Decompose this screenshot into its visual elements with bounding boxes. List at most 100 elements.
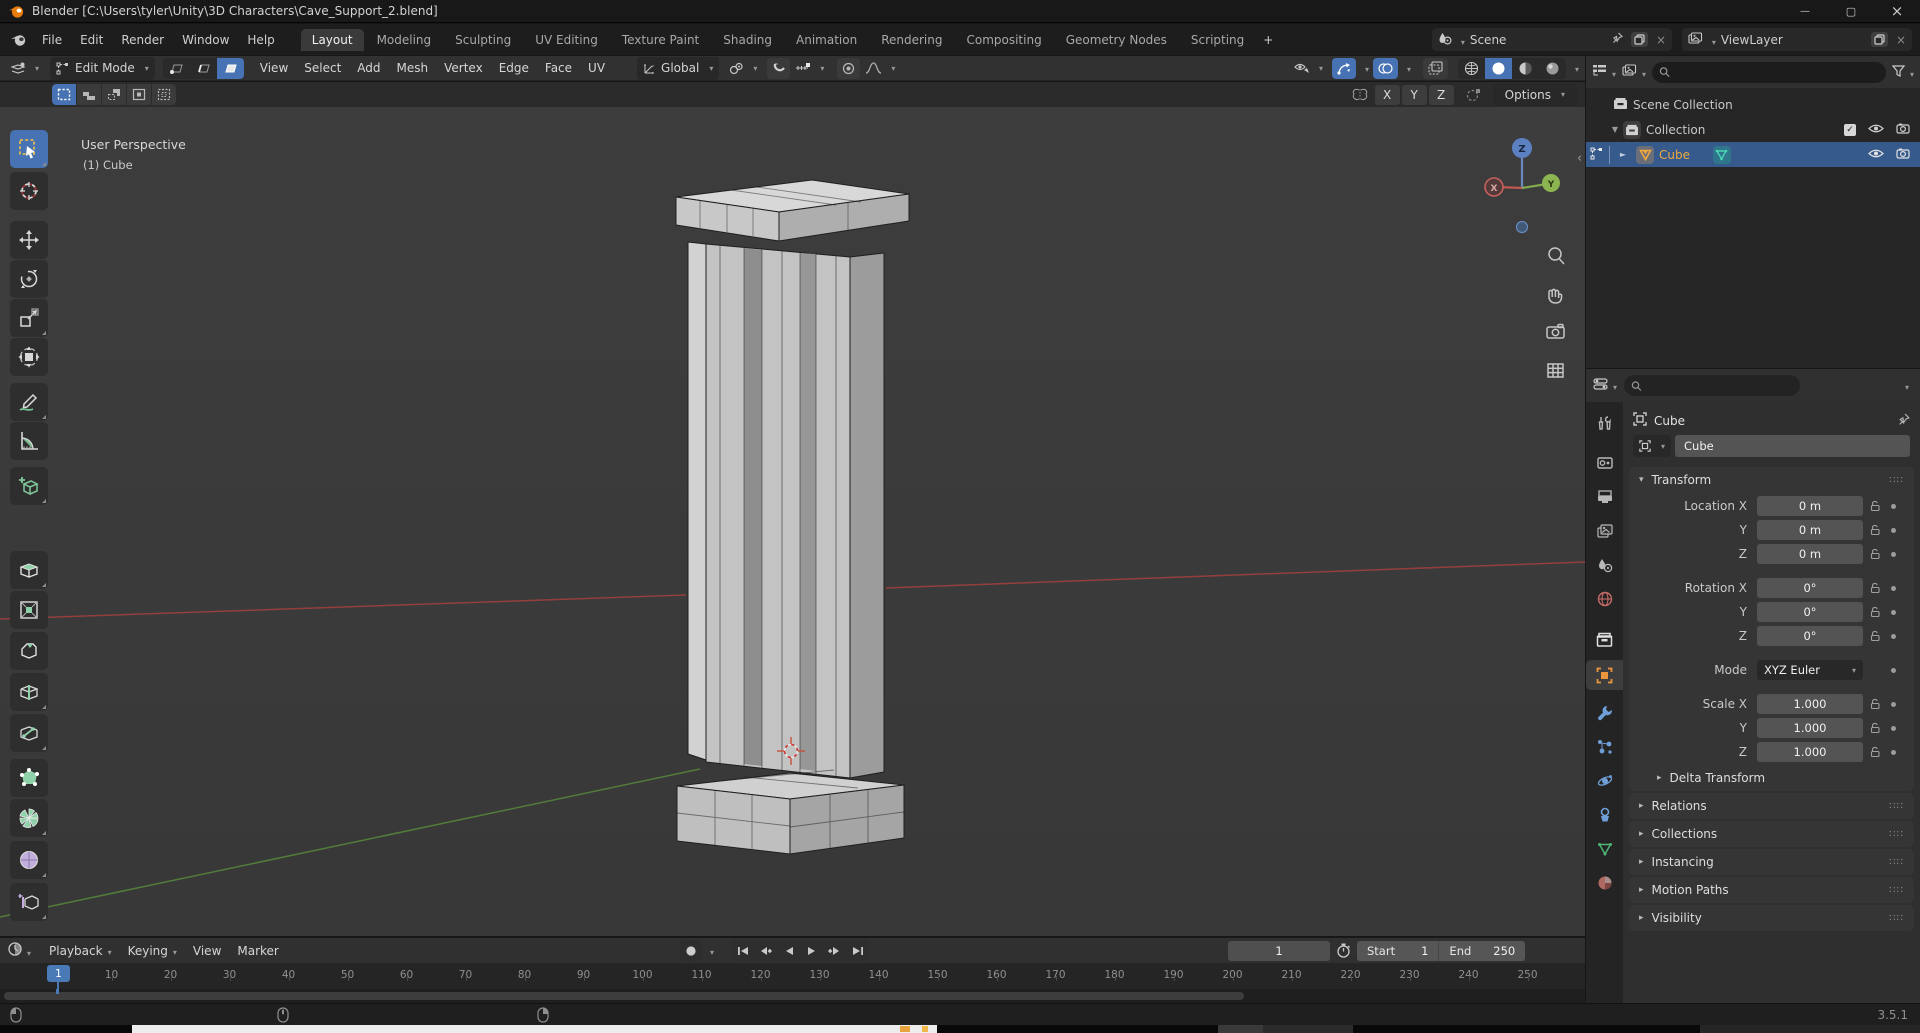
playhead[interactable]: 1 — [47, 965, 70, 982]
frame-tick[interactable]: 80 — [495, 963, 554, 981]
tool-poly-build[interactable] — [10, 759, 48, 797]
frame-tick[interactable]: 110 — [672, 963, 731, 981]
proportional-falloff-button[interactable] — [860, 58, 900, 79]
value-field[interactable]: 0° — [1757, 578, 1863, 598]
viewport-menu[interactable]: UV — [580, 58, 613, 78]
timeline-menu[interactable]: Marker — [229, 941, 286, 961]
tab-world[interactable] — [1586, 584, 1623, 614]
playhead-line[interactable] — [57, 982, 59, 989]
viewport-menu[interactable]: Vertex — [436, 58, 491, 78]
minimize-button[interactable] — [1782, 0, 1828, 22]
new-scene-button[interactable] — [1631, 32, 1648, 47]
lock-icon[interactable] — [1863, 722, 1887, 734]
value-field[interactable]: 0 m — [1757, 520, 1863, 540]
frame-tick[interactable]: 90 — [554, 963, 613, 981]
viewport-menu[interactable]: Add — [349, 58, 388, 78]
collapsed-panel[interactable]: Motion Paths — [1629, 877, 1914, 903]
animate-dot[interactable] — [1891, 668, 1896, 673]
viewlayer-selector[interactable]: ViewLayer × — [1682, 28, 1912, 51]
tab-view-layer[interactable] — [1586, 516, 1623, 546]
outliner-row-scene-collection[interactable]: Scene Collection — [1586, 92, 1920, 117]
workspace-tab[interactable]: Shading — [712, 29, 783, 51]
tab-particles[interactable] — [1586, 732, 1623, 762]
topbar-menu[interactable]: File — [33, 29, 71, 51]
transform-orientation[interactable]: Global — [637, 57, 719, 80]
frame-tick[interactable]: 30 — [200, 963, 259, 981]
tool-move[interactable] — [10, 221, 48, 259]
tab-constraints[interactable] — [1586, 800, 1623, 830]
collapsed-panel[interactable]: Relations — [1629, 793, 1914, 819]
outliner-row-collection[interactable]: ▼ Collection — [1586, 117, 1920, 142]
panel-grip[interactable] — [1889, 829, 1904, 840]
collapsed-panel[interactable]: Instancing — [1629, 849, 1914, 875]
animate-dot[interactable] — [1891, 552, 1896, 557]
panel-grip[interactable] — [1889, 857, 1904, 868]
tab-render[interactable] — [1586, 448, 1623, 478]
mirror-icon[interactable] — [1351, 88, 1369, 102]
tool-loop-cut[interactable] — [10, 673, 48, 711]
prev-keyframe-button[interactable] — [754, 940, 777, 961]
value-field[interactable]: 0 m — [1757, 544, 1863, 564]
collapsed-panel[interactable]: Collections — [1629, 821, 1914, 847]
timeline-scrollbar[interactable] — [0, 989, 1585, 1003]
tab-object[interactable] — [1586, 660, 1623, 690]
properties-search[interactable] — [1624, 375, 1800, 396]
animate-dot[interactable] — [1891, 504, 1896, 509]
disable-render-camera-icon[interactable] — [1896, 148, 1910, 162]
lock-icon[interactable] — [1863, 524, 1887, 536]
viewport-menu[interactable]: Face — [537, 58, 580, 78]
frame-tick[interactable]: 200 — [1203, 963, 1262, 981]
frame-tick[interactable]: 20 — [141, 963, 200, 981]
lock-icon[interactable] — [1863, 746, 1887, 758]
end-frame-field[interactable]: End 250 — [1439, 941, 1525, 961]
tool-knife[interactable] — [10, 714, 48, 752]
frame-tick[interactable]: 180 — [1085, 963, 1144, 981]
vertex-select-button[interactable] — [163, 58, 190, 79]
new-viewlayer-button[interactable] — [1871, 32, 1888, 47]
workspace-tab[interactable]: Layout — [301, 29, 364, 51]
frame-tick[interactable]: 60 — [377, 963, 436, 981]
lock-icon[interactable] — [1863, 698, 1887, 710]
workspace-tab[interactable]: Rendering — [870, 29, 953, 51]
viewport-menu[interactable]: Edge — [491, 58, 537, 78]
workspace-tab[interactable]: Modeling — [366, 29, 443, 51]
value-field[interactable]: 1.000 — [1757, 718, 1863, 738]
frame-tick[interactable]: 230 — [1380, 963, 1439, 981]
workspace-tab[interactable]: UV Editing — [524, 29, 609, 51]
tab-object-data[interactable] — [1586, 834, 1623, 864]
value-field[interactable]: 0 m — [1757, 496, 1863, 516]
frame-tick[interactable]: 220 — [1321, 963, 1380, 981]
properties-search-input[interactable] — [1647, 379, 1793, 393]
timeline-menu[interactable]: Keying — [120, 941, 185, 961]
snap-toggle-button[interactable] — [767, 58, 790, 79]
rendered-shading-button[interactable] — [1539, 58, 1566, 79]
filter-icon[interactable] — [1892, 65, 1914, 80]
xray-toggle-button[interactable] — [1423, 58, 1448, 79]
tool-select-box[interactable] — [10, 130, 48, 168]
tool-transform[interactable] — [10, 338, 48, 376]
scrollbar-handle[interactable] — [4, 992, 1244, 1000]
workspace-tab[interactable]: Sculpting — [444, 29, 522, 51]
frame-tick[interactable]: 100 — [613, 963, 672, 981]
mode-selector[interactable]: Edit Mode — [50, 57, 155, 80]
workspace-tab[interactable]: Texture Paint — [611, 29, 710, 51]
scene-selector[interactable]: Scene × — [1432, 28, 1672, 51]
object-id-browse-button[interactable] — [1633, 435, 1671, 457]
timeline-editor-type-button[interactable] — [8, 942, 31, 959]
topbar-menu[interactable]: Window — [173, 29, 238, 51]
frame-tick[interactable]: 40 — [259, 963, 318, 981]
workspace-tab[interactable]: Geometry Nodes — [1055, 29, 1178, 51]
outliner-search[interactable] — [1652, 62, 1886, 83]
lock-icon[interactable] — [1863, 548, 1887, 560]
panel-grip[interactable] — [1889, 885, 1904, 896]
viewport-menu[interactable]: Select — [296, 58, 349, 78]
frame-tick[interactable]: 250 — [1498, 963, 1557, 981]
play-button[interactable] — [800, 940, 823, 961]
tool-inset-faces[interactable] — [10, 591, 48, 629]
wireframe-shading-button[interactable] — [1458, 58, 1485, 79]
workspace-tab[interactable]: Compositing — [955, 29, 1052, 51]
frame-tick[interactable]: 70 — [436, 963, 495, 981]
face-select-button[interactable] — [217, 58, 244, 79]
tool-spin[interactable] — [10, 799, 48, 837]
frame-tick[interactable]: 140 — [849, 963, 908, 981]
